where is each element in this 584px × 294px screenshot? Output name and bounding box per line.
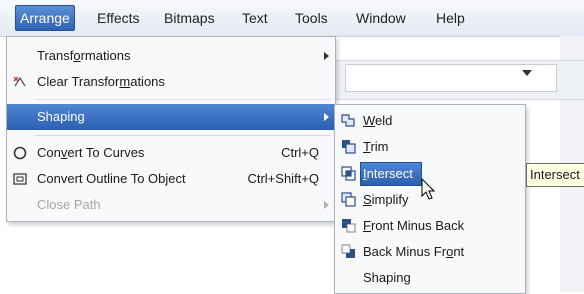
convert-outline-icon — [12, 171, 28, 187]
submenu-item-label: Weld — [363, 113, 393, 128]
weld-icon — [340, 112, 357, 129]
submenu-item-label: Trim — [363, 139, 389, 154]
menu-help[interactable]: Help — [432, 7, 469, 29]
back-minus-front-icon — [340, 243, 357, 260]
tooltip: Intersect — [526, 163, 584, 187]
menu-bar: Arrange Effects Bitmaps Text Tools Windo… — [0, 0, 584, 37]
menu-effects[interactable]: Effects — [93, 7, 144, 29]
submenu-item-weld[interactable]: Weld — [335, 108, 525, 133]
submenu-item-trim[interactable]: Trim — [335, 134, 525, 159]
convert-to-curves-icon — [12, 145, 28, 161]
menu-item-convert-outline-to-object[interactable]: Convert Outline To Object Ctrl+Shift+Q — [7, 166, 335, 192]
submenu-arrow-icon — [324, 113, 329, 121]
menu-item-shortcut: Ctrl+Shift+Q — [247, 171, 319, 186]
menu-arrange[interactable]: Arrange — [15, 5, 75, 31]
submenu-item-label: Front Minus Back — [363, 218, 465, 233]
submenu-arrow-icon — [324, 201, 329, 209]
trim-icon — [340, 138, 357, 155]
menu-item-label: Close Path — [37, 197, 101, 212]
menu-separator — [35, 99, 331, 100]
menu-item-label: Transformations — [37, 48, 131, 63]
mouse-cursor-icon — [421, 177, 437, 202]
menu-separator — [35, 135, 331, 136]
menu-text[interactable]: Text — [238, 7, 272, 29]
menu-item-label: Shaping — [37, 109, 85, 124]
submenu-item-label: Simplify — [363, 192, 409, 207]
submenu-item-label: Back Minus Front — [363, 244, 465, 259]
menu-item-transformations[interactable]: Transformations — [7, 43, 335, 69]
submenu-item-label: Shaping — [363, 270, 411, 285]
clear-transformations-icon — [12, 74, 28, 90]
intersect-icon — [340, 165, 357, 182]
menu-tools[interactable]: Tools — [291, 7, 332, 29]
menu-bitmaps[interactable]: Bitmaps — [160, 7, 219, 29]
submenu-arrow-icon — [324, 52, 329, 60]
arrange-menu: Transformations Clear Transformations Sh… — [6, 36, 336, 222]
submenu-item-shaping-docker[interactable]: Shaping — [335, 265, 525, 290]
submenu-item-front-minus-back[interactable]: Front Minus Back — [335, 213, 525, 238]
front-minus-back-icon — [340, 217, 357, 234]
menu-item-shaping[interactable]: Shaping — [7, 104, 335, 130]
menu-item-shortcut: Ctrl+Q — [281, 145, 319, 160]
menu-item-label: Clear Transformations — [37, 74, 165, 89]
menu-item-label: Convert Outline To Object — [37, 171, 186, 186]
menu-item-clear-transformations[interactable]: Clear Transformations — [7, 69, 335, 95]
submenu-item-label: Intersect — [363, 166, 413, 181]
menu-item-label: Convert To Curves — [37, 145, 145, 160]
property-field[interactable] — [345, 64, 557, 92]
dropdown-arrow-icon[interactable] — [522, 70, 532, 76]
menu-item-convert-to-curves[interactable]: Convert To Curves Ctrl+Q — [7, 140, 335, 166]
menu-window[interactable]: Window — [352, 7, 410, 29]
menu-item-close-path: Close Path — [7, 192, 335, 218]
submenu-item-back-minus-front[interactable]: Back Minus Front — [335, 239, 525, 264]
simplify-icon — [340, 191, 357, 208]
